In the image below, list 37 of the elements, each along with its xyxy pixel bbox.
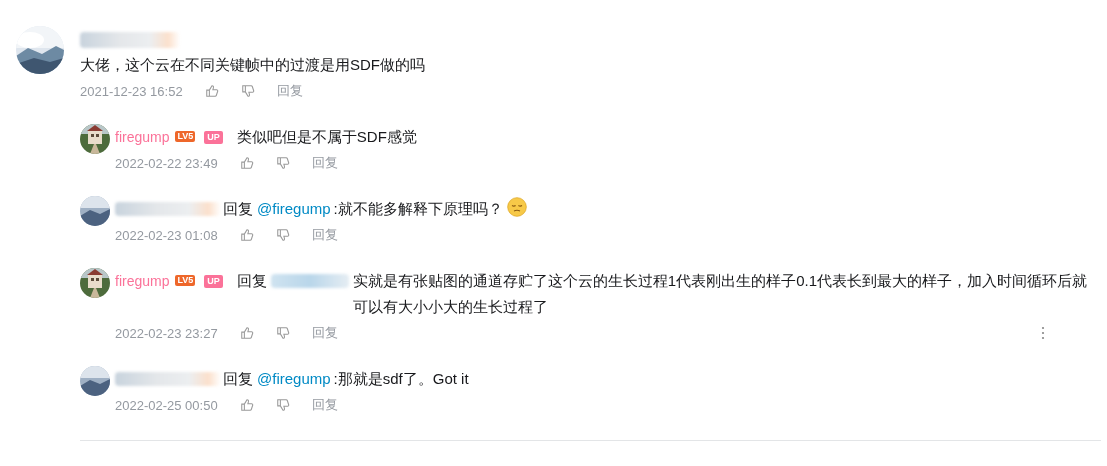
- timestamp: 2022-02-25 00:50: [115, 397, 218, 413]
- reply-text: :就不能多解释下原理吗？: [333, 200, 503, 217]
- mention-link[interactable]: @firegump: [257, 366, 331, 392]
- thumbs-up-icon[interactable]: [239, 398, 254, 412]
- timestamp: 2022-02-22 23:49: [115, 155, 218, 171]
- thumbs-down-icon[interactable]: [275, 228, 290, 242]
- more-options-icon[interactable]: [1041, 326, 1045, 340]
- reply-link[interactable]: 回复: [311, 396, 338, 414]
- reply-link[interactable]: 回复: [311, 226, 338, 244]
- thumbs-down-icon[interactable]: [240, 84, 255, 98]
- uploader-badge: UP: [204, 131, 223, 144]
- reply-prefix: 回复: [236, 271, 267, 291]
- thumbs-up-icon[interactable]: [239, 156, 254, 170]
- reply-prefix: 回复: [223, 199, 253, 219]
- reply-text: :那就是sdf了。Got it: [333, 370, 469, 387]
- mention-link[interactable]: @firegump: [257, 196, 331, 222]
- thumbs-up-icon[interactable]: [239, 228, 254, 242]
- thumbs-up-icon[interactable]: [204, 84, 219, 98]
- level-badge: LV5: [175, 275, 196, 286]
- timestamp: 2021-12-23 16:52: [80, 83, 183, 99]
- timestamp: 2022-02-23 23:27: [115, 325, 218, 341]
- timestamp: 2022-02-23 01:08: [115, 227, 218, 243]
- reply-link[interactable]: 回复: [311, 154, 338, 172]
- level-badge: LV5: [175, 131, 196, 142]
- username-link[interactable]: firegump: [115, 124, 170, 150]
- reply-link[interactable]: 回复: [276, 82, 303, 100]
- reply-text: 类似吧但是不属于SDF感觉: [236, 128, 417, 145]
- uploader-badge: UP: [204, 275, 223, 288]
- username-link[interactable]: firegump: [115, 268, 170, 294]
- thumbs-up-icon[interactable]: [239, 326, 254, 340]
- thumbs-down-icon[interactable]: [275, 398, 290, 412]
- thumbs-down-icon[interactable]: [275, 326, 290, 340]
- reply-text: 实就是有张贴图的通道存贮了这个云的生长过程1代表刚出生的样子0.1代表长到最大的样子，加入时间循环后就可以有大小小大的生长过程了: [352, 272, 1088, 315]
- comment-text: 大佬，这个云在不同关键帧中的过渡是用SDF做的吗: [80, 55, 426, 75]
- thumbs-down-icon[interactable]: [275, 156, 290, 170]
- reply-link[interactable]: 回复: [311, 324, 338, 342]
- reply-prefix: 回复: [223, 369, 253, 389]
